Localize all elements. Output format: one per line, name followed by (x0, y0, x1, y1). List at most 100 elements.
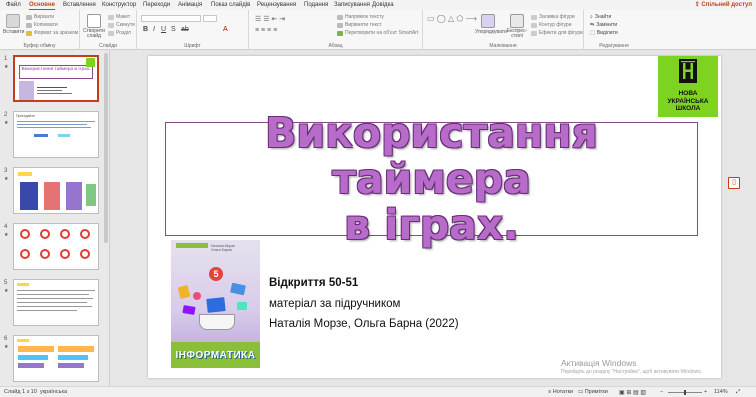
thumbnail-text-line (17, 127, 91, 128)
zoom-plus-button[interactable]: + (704, 389, 707, 395)
layout-button[interactable]: Макет (108, 14, 130, 20)
quick-styles-button[interactable]: Експрес-стилі (505, 14, 529, 39)
thumbnail-slide-1[interactable]: Використання таймера в іграх. (13, 55, 99, 102)
title-placeholder[interactable]: Використання таймера в іграх. (165, 110, 698, 248)
thumbnail-text-line (17, 294, 89, 295)
shapes-gallery[interactable]: ▭ ◯ △ ⬠ ⟶ (427, 14, 477, 23)
cut-button[interactable]: Вирізати (26, 14, 54, 20)
textbook-cover-image[interactable]: Наталія Морзе Ольга Барна 5 ІНФОРМАТИКА (171, 240, 260, 368)
cover-device-icon (206, 297, 226, 313)
thumbnail-slide-4[interactable] (13, 223, 99, 270)
tab-file[interactable]: Файл (6, 1, 21, 10)
scissors-icon (26, 14, 32, 20)
italic-button[interactable]: I (153, 26, 155, 33)
bold-button[interactable]: B (143, 26, 148, 33)
section-icon (108, 30, 114, 36)
tab-help[interactable]: Довідка (372, 1, 394, 10)
thumbnail-code-block (58, 346, 94, 352)
comments-button[interactable]: ▭ Примітки (578, 389, 608, 395)
thumbnail-number: 2 (4, 112, 8, 118)
logo-line: НОВА (678, 90, 698, 97)
align-buttons[interactable]: ≡ ≡ ≡ ≡ (255, 27, 277, 34)
smartart-icon (337, 30, 343, 36)
font-color-button[interactable]: A (223, 26, 228, 33)
font-size-box[interactable] (203, 15, 217, 22)
strikethrough-button[interactable]: ab (181, 26, 189, 33)
select-button[interactable]: ⬚ Виділити (590, 30, 618, 36)
fit-slide-icon[interactable]: ⤢ (736, 389, 740, 396)
find-button[interactable]: ⌕ Знайти (590, 14, 611, 20)
cover-device-icon (182, 305, 196, 315)
share-button[interactable]: ⇪ Спільний доступ (695, 1, 752, 8)
replace-button[interactable]: ⇆ Замінити (590, 22, 617, 28)
tab-review[interactable]: Рецензування (257, 1, 296, 10)
slides-group-label: Слайди (99, 43, 117, 49)
notes-button[interactable]: ≡ Нотатки (548, 389, 573, 395)
layout-icon (108, 14, 114, 20)
grade-badge: 5 (209, 267, 223, 281)
arrange-button[interactable]: Упорядкувати (475, 14, 507, 35)
ribbon: Вставити Вирізати Копіювати Формат за зр… (0, 10, 756, 50)
slide-editor-area: НОВА УКРАЇНСЬКА ШКОЛА Використання тайме… (111, 51, 756, 386)
shape-outline-button[interactable]: Контур фігури (531, 22, 571, 28)
thumbnail-text-line (17, 290, 95, 291)
slide-canvas[interactable]: НОВА УКРАЇНСЬКА ШКОЛА Використання тайме… (148, 56, 721, 378)
subtitle-text[interactable]: Відкриття 50-51 матеріал за підручником … (269, 273, 459, 335)
paragraph-group: ☰ ☰ ⇤ ⇥ ≡ ≡ ≡ ≡ Напрямок тексту Вирівнят… (249, 10, 423, 50)
smartart-button[interactable]: Перетворити на об'єкт SmartArt (337, 30, 418, 36)
thumbnail-slide-3[interactable] (13, 167, 99, 214)
shadow-button[interactable]: S (171, 26, 176, 33)
zoom-minus-button[interactable]: − (660, 389, 663, 395)
tab-design[interactable]: Конструктор (102, 1, 136, 10)
tab-slideshow[interactable]: Показ слайдів (211, 1, 250, 10)
thumbnail-slide-5[interactable] (13, 279, 99, 326)
font-family-box[interactable] (141, 15, 201, 22)
tab-home[interactable]: Основне (29, 1, 55, 10)
thumbnail-text-line (37, 87, 67, 88)
align-text-button[interactable]: Вирівняти текст (337, 22, 382, 28)
shape-fill-button[interactable]: Заливка фігури (531, 14, 575, 20)
transition-star-icon: ★ (4, 344, 9, 350)
view-buttons[interactable]: ▣ ⊞ ▤ ▥ (619, 389, 646, 396)
thumbnail-text-line (17, 124, 87, 125)
thumbnail-text-line (37, 93, 72, 94)
logo-line: УКРАЇНСЬКА (667, 97, 709, 105)
thumbnail-image (86, 184, 96, 206)
zoom-slider-thumb[interactable] (684, 390, 686, 395)
align-text-icon (337, 22, 343, 28)
thumbnail-title: Використання таймера в іграх. (19, 65, 93, 79)
thumbnail-prohibited-icon (80, 249, 90, 259)
thumbnail-block (58, 134, 70, 137)
thumbnail-block (17, 283, 29, 286)
language-indicator[interactable]: українська (40, 389, 67, 395)
text-direction-button[interactable]: Напрямок тексту (337, 14, 384, 20)
status-bar: Слайд 1 з 10 українська ≡ Нотатки ▭ Прим… (0, 386, 756, 397)
thumbnail-scrollbar[interactable] (104, 53, 108, 243)
copy-button[interactable]: Копіювати (26, 22, 58, 28)
tab-transitions[interactable]: Переходи (143, 1, 170, 10)
thumbnail-prohibited-icon (60, 229, 70, 239)
underline-button[interactable]: U (161, 26, 166, 33)
tab-insert[interactable]: Вставлення (63, 1, 96, 10)
thumbnail-slide-2[interactable]: Пригадайте (13, 111, 99, 158)
thumbnail-text-line (37, 90, 62, 91)
reset-button[interactable]: Скинути (108, 22, 135, 28)
shape-effects-button[interactable]: Ефекти для фігури (531, 30, 583, 36)
menu-bar: Файл Основне Вставлення Конструктор Пере… (0, 0, 756, 10)
comment-icon[interactable]: ▯ (728, 177, 740, 189)
format-painter-button[interactable]: Формат за зразком (26, 30, 78, 36)
thumbnail-slide-6[interactable] (13, 335, 99, 382)
paste-button[interactable]: Вставити (3, 14, 24, 35)
bullets-button[interactable]: ☰ ☰ ⇤ ⇥ (255, 15, 285, 23)
tab-animation[interactable]: Анімація (178, 1, 202, 10)
section-button[interactable]: Розділ (108, 30, 131, 36)
thumbnail-text-line (17, 298, 93, 299)
tab-recording[interactable]: Записування (334, 1, 370, 10)
tab-view[interactable]: Подання (304, 1, 328, 10)
thumbnail-prohibited-icon (40, 229, 50, 239)
new-slide-button[interactable]: Створити слайд (83, 14, 105, 39)
thumbnail-code-block (58, 355, 88, 360)
thumbnail-code-block (18, 346, 54, 352)
select-icon: ⬚ (590, 30, 595, 36)
zoom-level[interactable]: 114% (714, 389, 728, 395)
